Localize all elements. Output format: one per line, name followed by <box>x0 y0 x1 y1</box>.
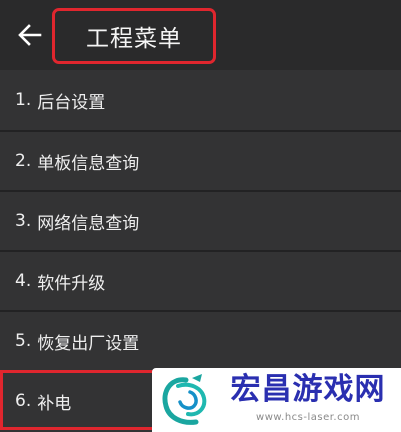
app-bar: 工程菜单 <box>0 0 401 70</box>
watermark-logo-icon <box>162 374 207 425</box>
menu-item-number: 4. <box>15 271 32 291</box>
arrow-left-icon <box>18 24 42 46</box>
menu-item-board-info[interactable]: 2. 单板信息查询 <box>0 130 401 190</box>
menu-item-software-upgrade[interactable]: 4. 软件升级 <box>0 250 401 310</box>
menu-item-number: 6. <box>15 391 32 411</box>
menu-item-factory-reset[interactable]: 5. 恢复出厂设置 <box>0 310 401 370</box>
menu-item-label: 网络信息查询 <box>37 213 140 234</box>
menu-item-network-info[interactable]: 3. 网络信息查询 <box>0 190 401 250</box>
menu-item-label: 补电 <box>37 393 72 414</box>
menu-item-number: 1. <box>15 90 32 110</box>
back-button[interactable] <box>16 21 44 49</box>
menu-item-number: 3. <box>15 211 32 231</box>
page-title: 工程菜单 <box>86 26 182 52</box>
menu-item-backend-settings[interactable]: 1. 后台设置 <box>0 70 401 130</box>
menu-item-number: 2. <box>15 151 32 171</box>
menu-item-label: 单板信息查询 <box>37 153 140 174</box>
watermark: 宏昌游戏网 www.hcs-laser.com <box>152 368 401 432</box>
menu-item-number: 5. <box>15 331 32 351</box>
menu-item-label: 软件升级 <box>37 273 106 294</box>
watermark-site-name: 宏昌游戏网 <box>230 372 386 407</box>
title-highlight-box: 工程菜单 <box>52 8 216 64</box>
menu-item-label: 后台设置 <box>37 92 106 113</box>
watermark-url: www.hcs-laser.com <box>256 412 360 423</box>
menu-item-label: 恢复出厂设置 <box>37 333 140 354</box>
